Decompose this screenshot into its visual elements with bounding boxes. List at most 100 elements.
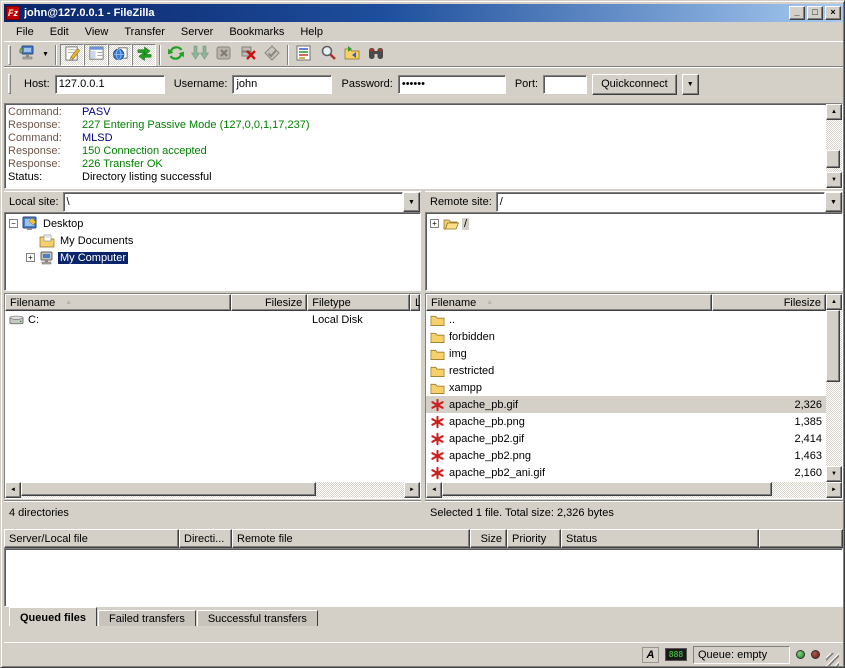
- quickconnect-dropdown-button[interactable]: ▼: [682, 74, 699, 95]
- scroll-left-icon[interactable]: ◄: [5, 482, 21, 498]
- tree-item-root[interactable]: + /: [426, 215, 842, 232]
- queue-body[interactable]: [4, 548, 843, 607]
- scroll-up-icon[interactable]: ▲: [826, 104, 842, 120]
- local-list-body[interactable]: C: Local Disk: [5, 311, 420, 482]
- column-priority[interactable]: Priority: [507, 529, 561, 548]
- directory-listing-filters-button[interactable]: [292, 44, 316, 66]
- tab-queued-files[interactable]: Queued files: [9, 607, 97, 626]
- file-row[interactable]: ..: [426, 311, 826, 328]
- expand-icon[interactable]: +: [26, 253, 35, 262]
- tab-successful-transfers[interactable]: Successful transfers: [197, 610, 318, 626]
- file-row-selected[interactable]: apache_pb.gif 2,326: [426, 396, 826, 413]
- remote-horizontal-scrollbar[interactable]: ◄ ►: [426, 482, 842, 498]
- remote-tree[interactable]: + /: [425, 212, 843, 291]
- menu-transfer[interactable]: Transfer: [116, 24, 173, 40]
- log-vertical-scrollbar[interactable]: ▲ ▼: [826, 104, 842, 188]
- quickconnect-button[interactable]: Quickconnect: [592, 74, 677, 95]
- cancel-operation-button[interactable]: [212, 44, 236, 66]
- tree-item-my-documents[interactable]: My Documents: [5, 232, 420, 249]
- maximize-button[interactable]: □: [807, 6, 823, 20]
- close-button[interactable]: ×: [825, 6, 841, 20]
- column-server-local-file[interactable]: Server/Local file: [4, 529, 179, 548]
- file-row[interactable]: apache_pb2.png 1,463: [426, 447, 826, 464]
- column-filename[interactable]: Filename▲: [426, 294, 712, 311]
- menu-bookmarks[interactable]: Bookmarks: [221, 24, 292, 40]
- scroll-down-icon[interactable]: ▼: [826, 466, 842, 482]
- tab-failed-transfers[interactable]: Failed transfers: [98, 610, 196, 626]
- refresh-button[interactable]: [164, 44, 188, 66]
- scroll-right-icon[interactable]: ►: [404, 482, 420, 498]
- tree-item-label[interactable]: My Documents: [58, 235, 135, 247]
- tree-item-my-computer[interactable]: + My Computer: [5, 249, 420, 266]
- remote-site-dropdown-button[interactable]: ▼: [825, 192, 842, 212]
- tree-item-label[interactable]: My Computer: [58, 252, 128, 264]
- file-row[interactable]: apache_pb.png 1,385: [426, 413, 826, 430]
- column-filesize[interactable]: Filesize: [231, 294, 307, 311]
- scrollbar-thumb[interactable]: [442, 482, 772, 496]
- file-row[interactable]: img: [426, 345, 826, 362]
- remote-site-combobox[interactable]: / ▼: [496, 192, 842, 212]
- file-row[interactable]: xampp: [426, 379, 826, 396]
- reconnect-button[interactable]: [260, 44, 284, 66]
- scrollbar-thumb[interactable]: [826, 150, 840, 168]
- username-input[interactable]: [232, 75, 332, 94]
- quickconnect-grip[interactable]: [8, 74, 11, 94]
- local-horizontal-scrollbar[interactable]: ◄ ►: [5, 482, 420, 498]
- scroll-left-icon[interactable]: ◄: [426, 482, 442, 498]
- menu-view[interactable]: View: [77, 24, 117, 40]
- toggle-message-log-button[interactable]: [60, 44, 84, 66]
- speed-limits-icon[interactable]: 888: [665, 648, 687, 661]
- file-row[interactable]: apache_pb2_ani.gif 2,160: [426, 464, 826, 481]
- column-direction[interactable]: Directi...: [179, 529, 232, 548]
- process-queue-button[interactable]: [188, 44, 212, 66]
- scroll-up-icon[interactable]: ▲: [826, 294, 842, 310]
- minimize-button[interactable]: _: [789, 6, 805, 20]
- message-log-text[interactable]: Command:PASV Response:227 Entering Passi…: [5, 104, 826, 188]
- expand-icon[interactable]: +: [430, 219, 439, 228]
- remote-list-body[interactable]: .. forbidden img restricted: [426, 311, 826, 482]
- toolbar-grip[interactable]: [8, 45, 11, 65]
- scrollbar-thumb[interactable]: [21, 482, 316, 496]
- port-input[interactable]: [543, 75, 587, 94]
- column-filetype[interactable]: Filetype: [307, 294, 410, 311]
- toggle-remote-tree-button[interactable]: [108, 44, 132, 66]
- file-row[interactable]: apache_pb2.gif 2,414: [426, 430, 826, 447]
- local-site-value[interactable]: \: [63, 192, 403, 212]
- find-files-button[interactable]: [364, 44, 388, 66]
- site-manager-dropdown-button[interactable]: ▼: [39, 44, 52, 66]
- host-input[interactable]: [55, 75, 165, 94]
- transfer-type-indicator-icon[interactable]: A: [642, 647, 659, 663]
- disconnect-button[interactable]: [236, 44, 260, 66]
- menu-edit[interactable]: Edit: [42, 24, 77, 40]
- column-status[interactable]: Status: [561, 529, 759, 548]
- scroll-right-icon[interactable]: ►: [826, 482, 842, 498]
- remote-site-value[interactable]: /: [496, 192, 825, 212]
- toggle-transfer-queue-button[interactable]: [132, 44, 156, 66]
- column-filesize[interactable]: Filesize: [712, 294, 826, 311]
- menu-help[interactable]: Help: [292, 24, 331, 40]
- menu-server[interactable]: Server: [173, 24, 221, 40]
- local-tree[interactable]: − Desktop My Documents + My Computer: [4, 212, 421, 291]
- site-manager-button[interactable]: [15, 44, 39, 66]
- title-bar[interactable]: Fz john@127.0.0.1 - FileZilla _ □ ×: [4, 4, 843, 22]
- synchronized-browsing-button[interactable]: [340, 44, 364, 66]
- tree-item-label[interactable]: Desktop: [41, 218, 85, 230]
- menu-file[interactable]: File: [8, 24, 42, 40]
- local-site-combobox[interactable]: \ ▼: [63, 192, 420, 212]
- collapse-icon[interactable]: −: [9, 219, 18, 228]
- tree-item-desktop[interactable]: − Desktop: [5, 215, 420, 232]
- resize-grip[interactable]: [826, 653, 839, 666]
- password-input[interactable]: [398, 75, 506, 94]
- file-row-c-drive[interactable]: C: Local Disk: [5, 311, 420, 328]
- remote-vertical-scrollbar[interactable]: ▲ ▼: [826, 294, 842, 482]
- scroll-down-icon[interactable]: ▼: [826, 172, 842, 188]
- file-row[interactable]: forbidden: [426, 328, 826, 345]
- tree-item-label[interactable]: /: [462, 218, 469, 230]
- column-last-modified[interactable]: L: [410, 294, 420, 311]
- directory-comparison-button[interactable]: [316, 44, 340, 66]
- local-site-dropdown-button[interactable]: ▼: [403, 192, 420, 212]
- file-row[interactable]: restricted: [426, 362, 826, 379]
- column-filename[interactable]: Filename▲: [5, 294, 231, 311]
- toggle-local-tree-button[interactable]: [84, 44, 108, 66]
- column-size[interactable]: Size: [470, 529, 507, 548]
